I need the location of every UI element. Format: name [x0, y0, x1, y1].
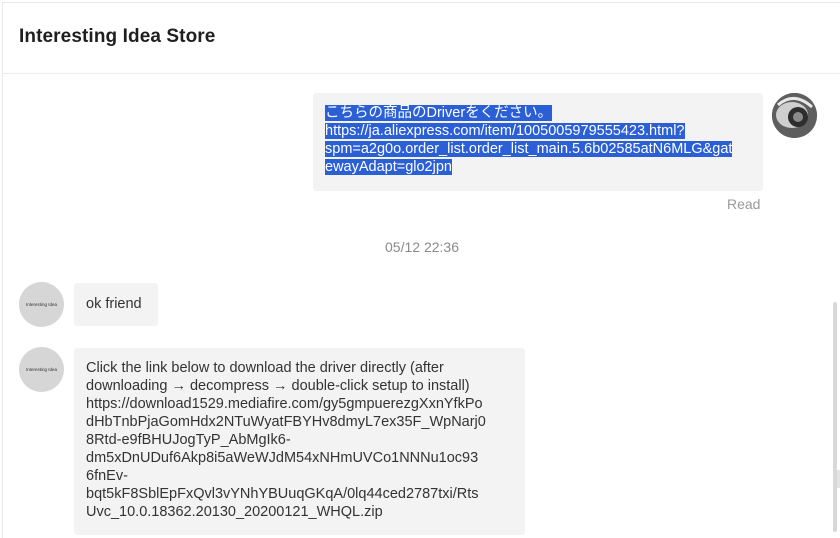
message-link-line[interactable]: dHbTnbPjaGomHdx2NTuWyatFBYHv8dmyL7ex35F_…	[86, 413, 513, 431]
message-line: こちらの商品のDriverをください。	[325, 105, 553, 121]
message-link-line[interactable]: https://download1529.mediafire.com/gy5gm…	[86, 395, 513, 413]
store-avatar-logo: Interesting Idea	[25, 367, 58, 372]
chat-header: Interesting Idea Store	[3, 3, 840, 74]
message-link-line[interactable]: spm=a2g0o.order_list.order_list_main.5.6…	[325, 141, 733, 157]
store-name[interactable]: Interesting Idea Store	[19, 26, 215, 48]
message-link-line[interactable]: 8Rtd-e9fBHUJogTyP_AbMgIk6-	[86, 431, 513, 449]
store-avatar[interactable]: Interesting Idea	[19, 282, 64, 327]
message-link-line[interactable]: bqt5kF8SblEpFxQvl3vYNhYBUuqGKqA/0lq44ced…	[86, 485, 513, 503]
user-avatar[interactable]	[772, 93, 817, 138]
outgoing-message[interactable]: こちらの商品のDriverをください。 https://ja.aliexpres…	[313, 93, 763, 191]
message-timestamp: 05/12 22:36	[385, 239, 459, 255]
message-text: ok friend	[86, 296, 142, 312]
incoming-message[interactable]: Click the link below to download the dri…	[74, 348, 525, 535]
message-line: downloading → decompress → double-click …	[86, 378, 470, 394]
store-avatar-logo: Interesting Idea	[25, 302, 58, 307]
message-link-line[interactable]: Uvc_10.0.18362.20130_20200121_WHQL.zip	[86, 503, 513, 521]
message-line: Click the link below to download the dri…	[86, 360, 444, 376]
store-avatar[interactable]: Interesting Idea	[19, 347, 64, 392]
incoming-message[interactable]: ok friend	[74, 283, 158, 326]
message-link-line[interactable]: https://ja.aliexpress.com/item/100500597…	[325, 123, 685, 139]
message-link-line[interactable]: 6fnEv-	[86, 467, 513, 485]
headphones-photo-icon	[772, 93, 817, 138]
message-list[interactable]: こちらの商品のDriverをください。 https://ja.aliexpres…	[3, 75, 840, 538]
message-link-line[interactable]: ewayAdapt=glo2jpn	[325, 159, 452, 175]
scrollbar[interactable]	[833, 302, 837, 532]
read-status: Read	[727, 196, 761, 212]
chat-window: Interesting Idea Store こちらの商品のDriverをくださ…	[2, 2, 840, 538]
message-link-line[interactable]: dm5xDnUDuf6Akp8i5aWeWJdM54xNHmUVCo1NNNu1…	[86, 449, 513, 467]
